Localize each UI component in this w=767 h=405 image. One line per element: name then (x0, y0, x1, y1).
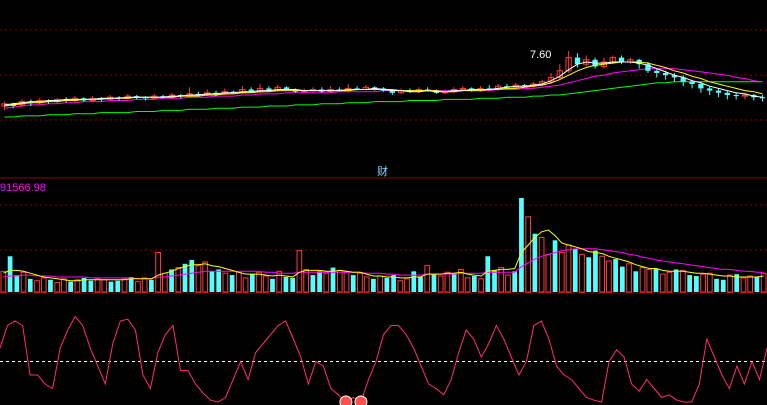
volume-bar (754, 276, 760, 292)
volume-bar (431, 274, 437, 292)
volume-bar (149, 279, 154, 292)
volume-bar (694, 276, 699, 292)
candle-body (689, 81, 695, 84)
candle-body (715, 90, 722, 93)
volume-bar (229, 275, 235, 292)
volume-bar (371, 278, 376, 292)
volume-bar (216, 269, 222, 292)
volume-bar (27, 278, 33, 292)
volume-bar (14, 275, 20, 292)
volume-bar (471, 276, 477, 292)
volume-bar (512, 271, 518, 292)
volume-bar (633, 271, 639, 292)
volume-bar (48, 279, 53, 292)
volume-bar (249, 274, 255, 292)
oversold-marker (354, 395, 368, 405)
volume-value-label: 91566.98 (0, 182, 46, 194)
candle-body (654, 70, 660, 73)
volume-bar (451, 273, 457, 292)
separator-label: 财 (377, 164, 388, 178)
volume-bar (7, 256, 13, 292)
stock-chart: 7.60 财 91566.98 (0, 0, 767, 405)
volume-bar (115, 280, 121, 292)
volume-bar (519, 198, 524, 292)
volume-bar (653, 268, 659, 292)
candle-body (707, 88, 713, 91)
candle-body (698, 84, 704, 89)
volume-bar (209, 271, 215, 292)
volume-bar (586, 257, 592, 292)
volume-bar (68, 281, 73, 292)
volume-bar (283, 276, 289, 292)
volume-bar (169, 269, 174, 292)
volume-bar (532, 233, 538, 292)
volume-bar (108, 281, 114, 292)
candle-body (618, 57, 625, 62)
volume-bar (418, 276, 423, 292)
volume-bar (552, 240, 558, 292)
volume-bar (384, 277, 390, 292)
volume-bar (492, 270, 497, 292)
volume-bar (619, 266, 625, 292)
oversold-marker (339, 395, 353, 405)
volume-bar (593, 250, 598, 292)
volume-bar (673, 269, 679, 292)
volume-bar (88, 280, 94, 292)
volume-bar (613, 259, 618, 292)
candle-body (662, 73, 669, 76)
volume-bar (714, 278, 719, 292)
volume-bar (317, 271, 322, 292)
chart-background (0, 0, 767, 405)
volume-bar (290, 277, 296, 292)
volume-bar (572, 248, 578, 292)
volume-bar (270, 278, 275, 292)
volume-bar (411, 271, 417, 292)
volume-bar (350, 275, 356, 292)
volume-bar (485, 256, 491, 292)
volume-bar (720, 279, 726, 292)
volume-bar (310, 275, 316, 292)
candle-body (574, 57, 581, 65)
volume-bar (687, 275, 692, 292)
candle-body (733, 95, 739, 97)
high-price-annotation: 7.60 (530, 49, 551, 61)
volume-bar (182, 263, 188, 292)
candle-body (724, 92, 730, 95)
